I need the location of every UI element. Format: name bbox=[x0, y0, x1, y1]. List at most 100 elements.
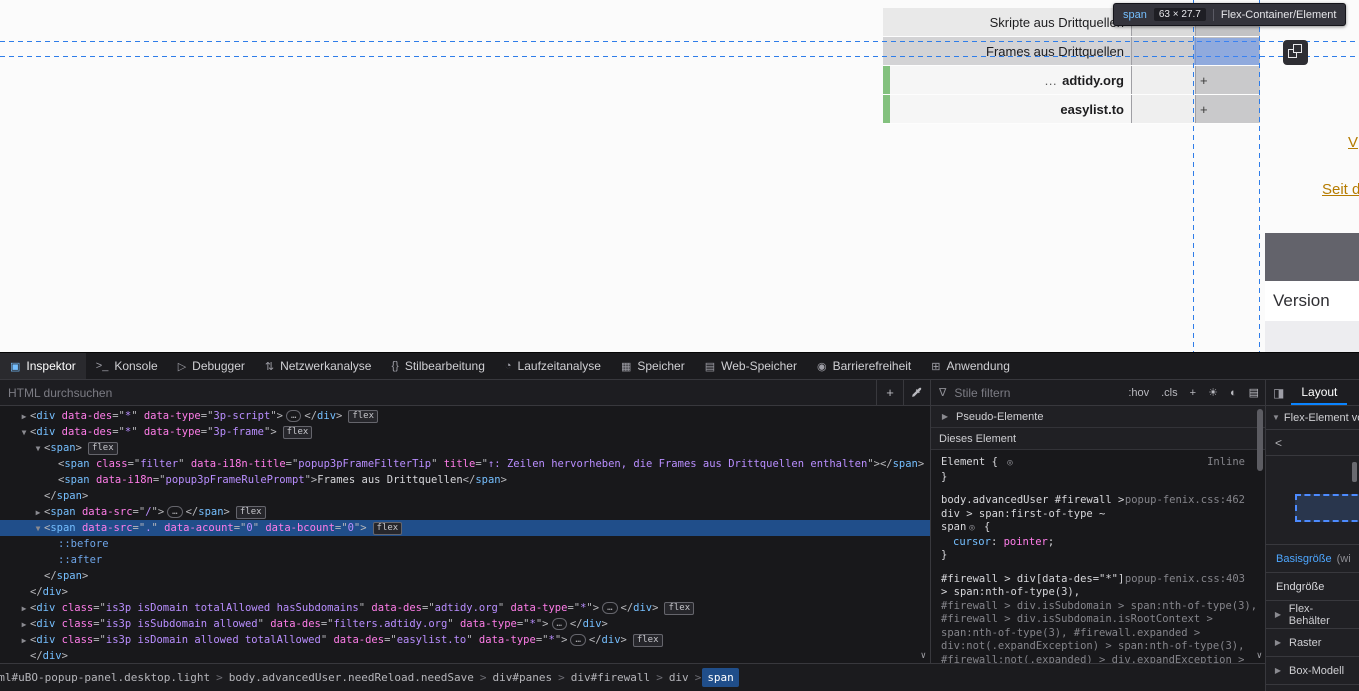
markup-row[interactable]: ▶</span> bbox=[0, 568, 930, 584]
firewall-rule-cell[interactable]: easylist.to bbox=[883, 95, 1132, 123]
punct: </ bbox=[186, 506, 199, 518]
markup-row[interactable]: ▶<div data-des="*" data-type="3p-script"… bbox=[0, 408, 930, 424]
firewall-rule-cell[interactable]: …adtidy.org bbox=[883, 66, 1132, 94]
add-node-button[interactable]: + bbox=[876, 380, 903, 405]
markup-row[interactable]: ▶</div> bbox=[0, 648, 930, 663]
markup-row[interactable]: ▼<span data-src="." data-acount="0" data… bbox=[0, 520, 930, 536]
selector-highlight-icon[interactable]: ◎ bbox=[1007, 458, 1012, 468]
twisty-icon[interactable]: ▶ bbox=[18, 617, 30, 633]
flex-badge[interactable]: flex bbox=[664, 602, 694, 615]
toggle-pseudo-classes-button[interactable]: :hov bbox=[1122, 387, 1155, 399]
popup-tool-icon[interactable] bbox=[1283, 40, 1308, 65]
add-rule-button[interactable]: + bbox=[1184, 387, 1202, 399]
collapsed-content-pill[interactable]: … bbox=[552, 618, 567, 630]
firewall-local-cell[interactable]: + bbox=[1196, 66, 1260, 94]
twisty-icon[interactable]: ▼ bbox=[32, 441, 44, 457]
markup-pseudo-row[interactable]: ▶::before bbox=[0, 536, 930, 552]
tab-console[interactable]: >_Konsole bbox=[86, 353, 168, 379]
popup-link-top[interactable]: V bbox=[1348, 134, 1359, 151]
firewall-local-cell[interactable]: + bbox=[1196, 95, 1260, 123]
layout-section-raster[interactable]: ▶Raster bbox=[1266, 629, 1359, 657]
markup-row[interactable]: ▶<span class="filter" data-i18n-title="p… bbox=[0, 456, 930, 472]
application-icon: ⊞ bbox=[931, 360, 940, 373]
tab-application[interactable]: ⊞Anwendung bbox=[921, 353, 1020, 379]
markup-row[interactable]: ▶</span> bbox=[0, 488, 930, 504]
print-media-icon[interactable]: ▤ bbox=[1243, 386, 1265, 399]
layout-section-box-modell[interactable]: ▶Box-Modell bbox=[1266, 657, 1359, 685]
scroll-down-icon[interactable]: ∨ bbox=[1257, 651, 1262, 661]
breadcrumb-item[interactable]: span bbox=[702, 668, 739, 687]
attr-name: class bbox=[96, 458, 128, 470]
selector-highlight-icon[interactable]: ◎ bbox=[969, 523, 974, 533]
breadcrumb-item[interactable]: body.advancedUser.needReload.needSave bbox=[224, 668, 479, 687]
firewall-row: easylist.to + bbox=[883, 95, 1260, 124]
tab-layout[interactable]: Layout bbox=[1291, 380, 1347, 405]
flex-badge[interactable]: flex bbox=[633, 634, 663, 647]
scroll-down-icon[interactable]: ∨ bbox=[921, 651, 926, 661]
markup-row[interactable]: ▶<div class="is3p isDomain allowed total… bbox=[0, 632, 930, 648]
collapsed-content-pill[interactable]: … bbox=[286, 410, 301, 422]
scrollbar-thumb[interactable] bbox=[1257, 409, 1263, 471]
collapsed-content-pill[interactable]: … bbox=[602, 602, 617, 614]
tab-inspector[interactable]: ▣Inspektor bbox=[0, 353, 86, 379]
tab-debugger[interactable]: ▷Debugger bbox=[168, 353, 255, 379]
tab-memory[interactable]: ▦Speicher bbox=[611, 353, 695, 379]
declaration-line[interactable]: cursor: pointer; bbox=[941, 536, 1255, 550]
markup-pseudo-row[interactable]: ▶::after bbox=[0, 552, 930, 568]
flex-badge[interactable]: flex bbox=[283, 426, 313, 439]
layout-section-flex-beh-lter[interactable]: ▶Flex-Behälter bbox=[1266, 601, 1359, 629]
twisty-icon[interactable]: ▶ bbox=[32, 505, 44, 521]
twisty-icon[interactable]: ▶ bbox=[18, 633, 30, 649]
attr-value: adtidy.org bbox=[435, 602, 498, 614]
stylesheet-link[interactable]: popup-fenix.css:403 bbox=[1125, 573, 1245, 587]
markup-row[interactable]: ▶<div class="is3p isDomain totalAllowed … bbox=[0, 600, 930, 616]
flex-badge[interactable]: flex bbox=[373, 522, 403, 535]
twisty-icon[interactable]: ▼ bbox=[18, 425, 30, 441]
firewall-global-cell[interactable] bbox=[1132, 95, 1196, 123]
flex-badge[interactable]: flex bbox=[236, 506, 266, 519]
twisty-icon[interactable]: ▶ bbox=[18, 601, 30, 617]
light-scheme-icon[interactable]: ☀ bbox=[1202, 386, 1224, 399]
dark-scheme-icon[interactable]: ◐ bbox=[1224, 387, 1243, 399]
tab-network[interactable]: ⇅Netzwerkanalyse bbox=[255, 353, 382, 379]
markup-row[interactable]: ▶<span data-i18n="popup3pFrameRulePrompt… bbox=[0, 472, 930, 488]
stylesheet-link[interactable]: popup-fenix.css:462 bbox=[1125, 494, 1245, 508]
pseudo-element-label: ::before bbox=[58, 538, 109, 550]
flex-item-header[interactable]: ▼ Flex-Element von div bbox=[1266, 406, 1359, 430]
toggle-classes-button[interactable]: .cls bbox=[1155, 387, 1184, 399]
twisty-icon[interactable]: ▼ bbox=[32, 521, 44, 537]
style-filter-input[interactable] bbox=[946, 380, 1122, 405]
eyedropper-button[interactable] bbox=[903, 380, 930, 405]
collapsed-content-pill[interactable]: … bbox=[570, 634, 585, 646]
sidebar-toggle-icon[interactable]: ◨ bbox=[1266, 386, 1291, 400]
selector-line: body.advancedUser #firewall >popup-fenix… bbox=[941, 494, 1255, 508]
attr-value: popup3pFrameRulePrompt bbox=[166, 474, 305, 486]
twisty-icon[interactable]: ▶ bbox=[18, 409, 30, 425]
flex-badge[interactable]: flex bbox=[348, 410, 378, 423]
markup-row[interactable]: ▶</div> bbox=[0, 584, 930, 600]
markup-row[interactable]: ▼<span>flex bbox=[0, 440, 930, 456]
network-icon: ⇅ bbox=[265, 360, 274, 373]
markup-row[interactable]: ▶<span data-src="/">…</span>flex bbox=[0, 504, 930, 520]
tab-style-editor[interactable]: {}Stilbearbeitung bbox=[381, 353, 494, 379]
flex-badge[interactable]: flex bbox=[88, 442, 118, 455]
flex-back-button[interactable]: < bbox=[1266, 430, 1359, 456]
markup-search-input[interactable] bbox=[0, 380, 876, 405]
popup-link-bottom[interactable]: Seit d bbox=[1322, 181, 1359, 198]
attr-name: data-des bbox=[270, 618, 321, 630]
tab-accessibility[interactable]: ◉Barrierefreiheit bbox=[807, 353, 921, 379]
firewall-rule-cell[interactable]: Skripte aus Drittquellen bbox=[883, 8, 1132, 36]
breadcrumb-item[interactable]: div#firewall bbox=[566, 668, 655, 687]
firewall-global-cell[interactable] bbox=[1132, 66, 1196, 94]
tab-storage[interactable]: ▤Web-Speicher bbox=[695, 353, 807, 379]
breadcrumb-item[interactable]: div#panes bbox=[487, 668, 557, 687]
breadcrumb-item[interactable]: div bbox=[664, 668, 694, 687]
tab-performance[interactable]: ◔Laufzeitanalyse bbox=[495, 353, 611, 379]
pseudo-elements-header[interactable]: ▶ Pseudo-Elemente bbox=[931, 406, 1265, 428]
breadcrumb-item[interactable]: html#uBO-popup-panel.desktop.light bbox=[0, 668, 215, 687]
markup-row[interactable]: ▶<div class="is3p isSubdomain allowed" d… bbox=[0, 616, 930, 632]
punct: } bbox=[941, 549, 947, 561]
markup-row[interactable]: ▼<div data-des="*" data-type="3p-frame">… bbox=[0, 424, 930, 440]
scrollbar-thumb[interactable] bbox=[1352, 462, 1357, 482]
collapsed-content-pill[interactable]: … bbox=[167, 506, 182, 518]
